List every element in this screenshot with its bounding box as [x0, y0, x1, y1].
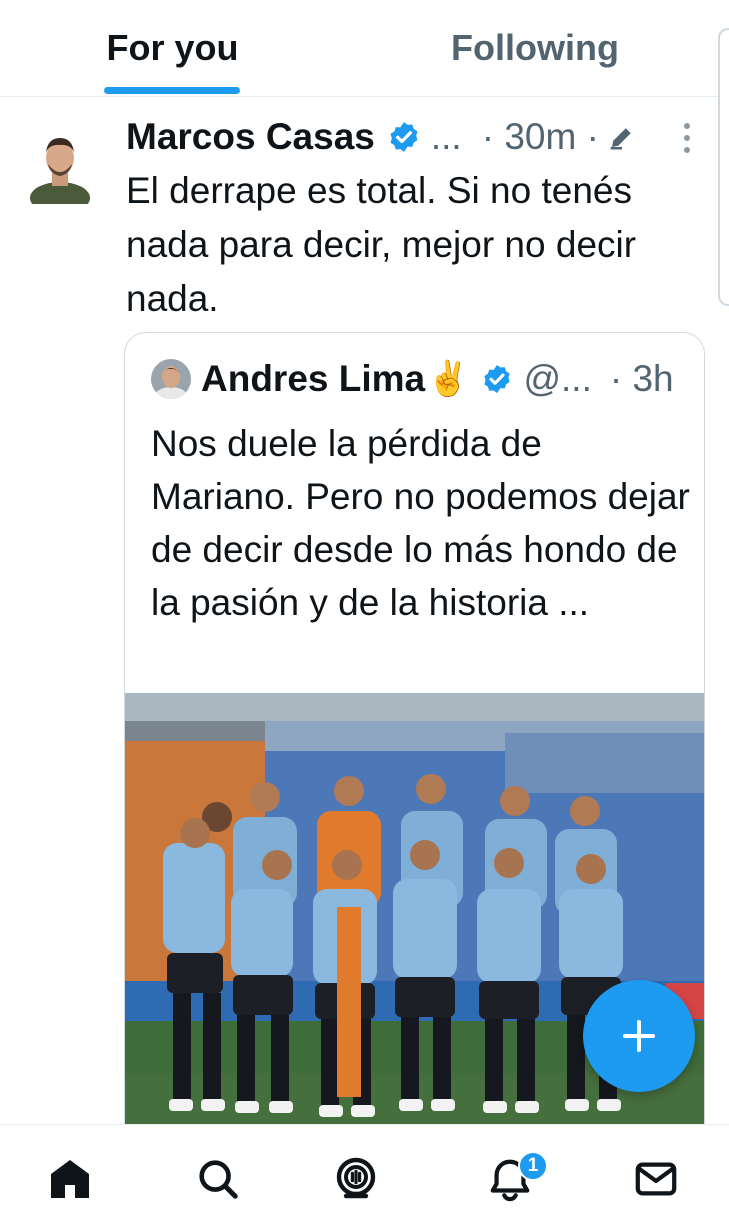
- author-handle[interactable]: ...: [431, 116, 462, 158]
- notifications-badge: 1: [518, 1151, 548, 1181]
- scrollbar-handle[interactable]: [718, 28, 729, 306]
- timeline-tabs: For you Following: [0, 0, 729, 97]
- verified-badge-icon: [484, 365, 511, 393]
- plus-icon: [623, 1020, 655, 1052]
- verified-badge-icon: [390, 122, 418, 152]
- search-icon: [199, 1160, 238, 1199]
- quoted-tweet-header: Andres Lima ✌️ @... · 3h: [151, 355, 674, 403]
- compose-button[interactable]: [583, 980, 695, 1092]
- quoted-tweet-text: Nos duele la pérdida de Mariano. Pero no…: [151, 423, 690, 623]
- nav-home[interactable]: [44, 1153, 96, 1205]
- team-photo-image[interactable]: [125, 693, 705, 1162]
- tab-following[interactable]: Following: [420, 0, 650, 96]
- bottom-navigation: 1: [0, 1124, 729, 1228]
- nav-messages[interactable]: [630, 1153, 682, 1205]
- quoted-tweet-time: · 3h: [609, 358, 674, 399]
- tweet-header: Marcos Casas ... · 30m ·: [126, 112, 637, 162]
- quoted-author-name: Andres Lima: [201, 358, 426, 399]
- tweet-text: El derrape es total. Si no tenés nada pa…: [126, 170, 637, 319]
- home-icon: [51, 1160, 89, 1198]
- victory-hand-emoji: ✌️: [427, 360, 470, 398]
- tweet-time[interactable]: · 30m ·: [482, 116, 599, 158]
- edited-pencil-icon: [610, 128, 631, 150]
- spaces-icon: [336, 1157, 376, 1199]
- avatar[interactable]: [28, 128, 92, 214]
- nav-spaces[interactable]: [330, 1153, 382, 1205]
- active-tab-indicator: [104, 87, 240, 94]
- more-options-icon[interactable]: [680, 120, 694, 156]
- quoted-author-handle: @...: [523, 358, 592, 399]
- tab-for-you[interactable]: For you: [60, 0, 285, 96]
- quoted-avatar: [151, 359, 191, 399]
- nav-search[interactable]: [192, 1153, 244, 1205]
- messages-icon: [635, 1162, 677, 1196]
- author-name[interactable]: Marcos Casas: [126, 116, 375, 158]
